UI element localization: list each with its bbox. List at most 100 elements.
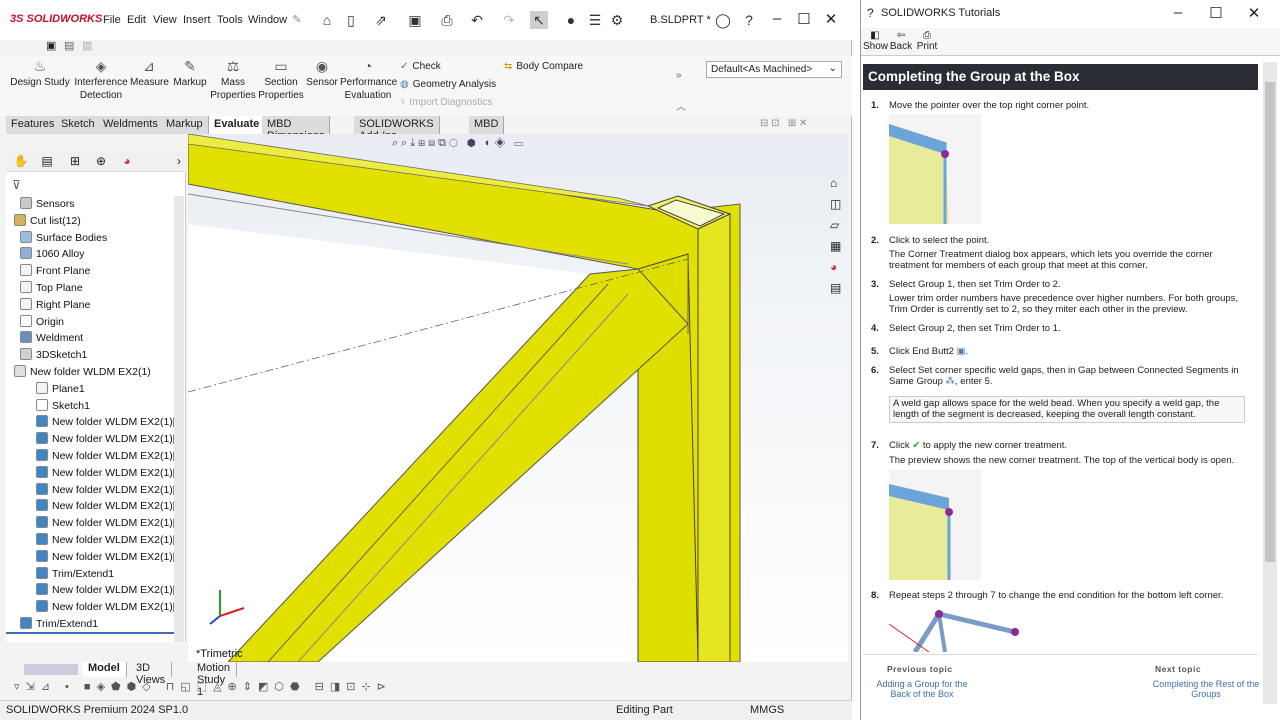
- file-explorer-icon[interactable]: ▱: [830, 218, 839, 232]
- ribbon-collapse-icon[interactable]: ︿: [676, 98, 686, 113]
- tree-item[interactable]: 1060 Alloy: [20, 246, 84, 262]
- tree-item[interactable]: New folder WLDM EX2(1)[: [36, 482, 176, 498]
- graphics-area[interactable]: ⌕⌕⤓⊞⧈⧉⬡ ⬢ ◐◈ ▭ *Trimetric: [188, 134, 848, 662]
- tab-markup[interactable]: Markup: [161, 116, 209, 134]
- tree-item[interactable]: 3DSketch1: [20, 347, 87, 363]
- geometry-analysis-button[interactable]: ◍ Geometry Analysis: [400, 79, 496, 90]
- back-button[interactable]: ⇦ Back: [889, 30, 913, 52]
- help-icon[interactable]: ?: [740, 11, 758, 29]
- tree-item[interactable]: Weldment: [20, 330, 83, 346]
- tree-item[interactable]: New folder WLDM EX2(1)[: [36, 465, 176, 481]
- view-palette-icon[interactable]: ▦: [830, 239, 841, 253]
- options-icon[interactable]: ⚙: [608, 11, 626, 29]
- check-button[interactable]: ✓ Check: [400, 61, 441, 72]
- configuration-dropdown[interactable]: Default<As Machined> ⌄: [706, 61, 842, 78]
- tree-item[interactable]: New folder WLDM EX2(1)[: [36, 599, 176, 615]
- measure-button[interactable]: ⊿ Measure: [130, 59, 169, 89]
- tree-item[interactable]: Trim/Extend1: [20, 616, 98, 632]
- tree-item[interactable]: New folder WLDM EX2(1): [14, 364, 151, 380]
- tree-item[interactable]: New folder WLDM EX2(1)[: [36, 498, 176, 514]
- display-manager-icon[interactable]: ◕: [118, 154, 136, 172]
- camera-icon[interactable]: ▣: [46, 39, 56, 52]
- tree-item[interactable]: Cut list(12): [14, 213, 81, 229]
- tab-scroll-arrows[interactable]: [24, 664, 78, 675]
- filter-icon[interactable]: ⊽: [12, 178, 21, 192]
- previous-topic-link[interactable]: Adding a Group for the Back of the Box: [867, 679, 977, 699]
- tab-sketch[interactable]: Sketch: [56, 116, 101, 134]
- tab-mbd-dimensions[interactable]: MBD Dimensions: [262, 116, 331, 142]
- dimxpert-icon[interactable]: ⊕: [92, 154, 110, 172]
- select-icon[interactable]: ↖: [530, 11, 548, 29]
- close-button[interactable]: ✕: [820, 10, 842, 30]
- rebuild-icon[interactable]: ●: [562, 11, 580, 29]
- menu-view[interactable]: View: [153, 14, 177, 26]
- tree-item[interactable]: Plane1: [36, 381, 85, 397]
- sketch-toolbar[interactable]: ▿⇲⊿ • ■◈⬟⬢◇ ⊓◱⬚◬⊕⇕◩⬡⬣ ⊟◨⊡⊹⊳: [14, 680, 634, 696]
- screenshot-icon[interactable]: ▤: [64, 39, 74, 52]
- custom-properties-icon[interactable]: ▤: [830, 281, 841, 295]
- tree-item[interactable]: New folder WLDM EX2(1)[: [36, 414, 176, 430]
- menu-insert[interactable]: Insert: [183, 14, 211, 26]
- tab-model[interactable]: Model: [82, 662, 127, 677]
- tab-motion-study[interactable]: Motion Study 1: [191, 662, 238, 698]
- tree-item[interactable]: New folder WLDM EX2(1)[: [36, 515, 176, 531]
- show-button[interactable]: ◧ Show: [863, 30, 888, 52]
- tree-item[interactable]: Right Plane: [20, 297, 90, 313]
- tab-evaluate[interactable]: Evaluate: [209, 116, 266, 134]
- ribbon-expand-icon[interactable]: »: [676, 70, 682, 81]
- tree-item[interactable]: Trim/Extend1: [36, 566, 114, 582]
- tree-scrollbar[interactable]: [174, 196, 184, 642]
- interference-detection-button[interactable]: ◈ Interference Detection: [74, 59, 128, 102]
- menu-file[interactable]: File: [103, 14, 121, 26]
- rollback-bar[interactable]: [6, 632, 174, 634]
- record-icon[interactable]: ▥: [82, 39, 92, 52]
- appearances-icon[interactable]: ◕: [830, 260, 837, 274]
- open-icon[interactable]: ⇗: [372, 11, 390, 29]
- sensor-button[interactable]: ◉ Sensor: [304, 59, 340, 89]
- fm-expand-icon[interactable]: ›: [170, 154, 188, 172]
- tree-item[interactable]: New folder WLDM EX2(1)[: [36, 431, 176, 447]
- performance-evaluation-button[interactable]: ◔ Performance Evaluation: [340, 59, 397, 102]
- tab-solidworks-addins[interactable]: SOLIDWORKS Add-Ins: [354, 116, 440, 142]
- save-icon[interactable]: ▣: [406, 11, 424, 29]
- undo-icon[interactable]: ↶: [468, 11, 486, 29]
- menu-edit[interactable]: Edit: [127, 14, 146, 26]
- tab-weldments[interactable]: Weldments: [98, 116, 164, 134]
- tree-item[interactable]: New folder WLDM EX2(1)[: [36, 549, 176, 565]
- tree-item[interactable]: Surface Bodies: [20, 230, 107, 246]
- menu-tools[interactable]: Tools: [217, 14, 243, 26]
- next-topic-link[interactable]: Completing the Rest of the Groups: [1151, 679, 1261, 699]
- markup-button[interactable]: ✎ Markup: [170, 59, 210, 89]
- menu-window[interactable]: Window: [248, 14, 287, 26]
- design-library-icon[interactable]: ◫: [830, 197, 841, 211]
- mass-properties-button[interactable]: ⚖ Mass Properties: [210, 59, 256, 102]
- feature-manager-icon[interactable]: ✋: [12, 154, 30, 172]
- new-document-icon[interactable]: ▯: [342, 11, 360, 29]
- tutorial-scrollbar[interactable]: [1263, 62, 1277, 704]
- tree-item[interactable]: Front Plane: [20, 263, 90, 279]
- property-manager-icon[interactable]: ▤: [38, 154, 56, 172]
- file-properties-icon[interactable]: ☰: [586, 11, 604, 29]
- tree-item[interactable]: Sketch1: [36, 398, 90, 414]
- tutorial-minimize-button[interactable]: –: [1167, 4, 1189, 24]
- configuration-manager-icon[interactable]: ⊞: [66, 154, 84, 172]
- tab-features[interactable]: Features: [6, 116, 61, 134]
- user-icon[interactable]: ◯: [714, 11, 732, 29]
- redo-icon[interactable]: ↷: [500, 11, 518, 29]
- tutorial-scroll-thumb[interactable]: [1265, 82, 1275, 562]
- tree-item[interactable]: New folder WLDM EX2(1)[: [36, 532, 176, 548]
- tree-item[interactable]: Origin: [20, 314, 64, 330]
- resources-icon[interactable]: ⌂: [830, 176, 837, 190]
- units-selector[interactable]: MMGS: [750, 704, 784, 716]
- print-icon[interactable]: ⎙: [438, 11, 456, 29]
- tab-3d-views[interactable]: 3D Views: [130, 662, 173, 686]
- window-restore-icons[interactable]: ⊟ ⊡ ⊞ ✕: [760, 118, 807, 129]
- home-icon[interactable]: ⌂: [318, 11, 336, 29]
- print-button[interactable]: ⎙ Print: [915, 30, 939, 52]
- maximize-button[interactable]: ☐: [793, 10, 815, 30]
- minimize-button[interactable]: –: [766, 10, 788, 30]
- tutorial-maximize-button[interactable]: ☐: [1205, 4, 1227, 24]
- tab-mbd[interactable]: MBD: [469, 116, 505, 134]
- pin-icon[interactable]: ✎: [288, 11, 306, 29]
- tree-item[interactable]: New folder WLDM EX2(1)[: [36, 448, 176, 464]
